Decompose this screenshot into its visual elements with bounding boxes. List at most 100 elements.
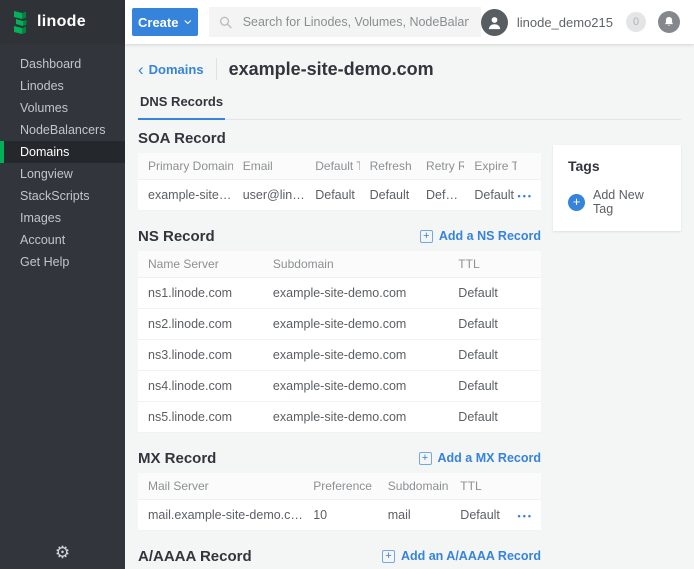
column-header: Email [233,153,306,180]
username-label[interactable]: linode_demo215 [517,15,613,30]
column-header: Preference [303,473,378,500]
add-new-tag-button[interactable]: + Add New Tag [568,188,666,216]
add-ns-record-link[interactable]: + Add a NS Record [420,229,541,243]
add-new-tag-label: Add New Tag [593,188,666,216]
row-actions-button[interactable]: ••• [518,192,533,201]
sidebar-item-get-help[interactable]: Get Help [0,251,125,273]
sidebar-item-dashboard[interactable]: Dashboard [0,53,125,75]
actions-column-header [515,473,541,500]
sidebar-item-nodebalancers[interactable]: NodeBalancers [0,119,125,141]
add-record-label: Add an A/AAAA Record [401,549,541,563]
table-row: ns4.linode.comexample-site-demo.comDefau… [138,371,541,402]
table-cell: example-site-demo.com [263,340,448,371]
main-content: ‹ Domains example-site-demo.com DNS Reco… [125,44,694,569]
column-header: Default TTL [305,153,359,180]
column-header: Mail Server [138,473,303,500]
add-a-record-link[interactable]: + Add an A/AAAA Record [382,549,541,563]
search-input[interactable] [241,14,471,30]
notification-count-badge[interactable]: 0 [626,12,646,32]
ns-record-table: Name ServerSubdomainTTLns1.linode.comexa… [138,251,541,433]
plus-square-icon: + [382,550,395,563]
sidebar-item-account[interactable]: Account [0,229,125,251]
column-header: Expire Time [464,153,516,180]
create-button-label: Create [138,15,178,30]
table-row: ns1.linode.comexample-site-demo.comDefau… [138,278,541,309]
add-mx-record-link[interactable]: + Add a MX Record [419,451,542,465]
table-cell: mail.example-site-demo.com [138,500,303,531]
global-search [209,7,481,37]
breadcrumb-back-link[interactable]: ‹ Domains [138,61,204,78]
table-cell: Default [464,180,516,211]
column-header: Retry Rate [416,153,464,180]
section-title: NS Record [138,228,215,245]
user-area: linode_demo215 0 [481,9,680,36]
notifications-bell-button[interactable] [658,11,680,33]
table-cell: Default [360,180,416,211]
tab-dns-records[interactable]: DNS Records [138,94,225,120]
table-cell: user@linode.com [233,180,306,211]
table-cell: mail [378,500,451,531]
tab-bar: DNS Records [138,93,681,120]
table-row: mail.example-site-demo.com10mailDefault•… [138,500,541,531]
sidebar-item-volumes[interactable]: Volumes [0,97,125,119]
page-title: example-site-demo.com [229,59,434,80]
table-cell: ns4.linode.com [138,371,263,402]
sidebar-item-linodes[interactable]: Linodes [0,75,125,97]
table-row: ns3.linode.comexample-site-demo.comDefau… [138,340,541,371]
table-cell: ns2.linode.com [138,309,263,340]
table-cell: example-site-demo.com [138,180,233,211]
plus-square-icon: + [420,230,433,243]
search-icon [219,15,233,30]
table-cell: example-site-demo.com [263,402,448,433]
table-row: example-site-demo.comuser@linode.comDefa… [138,180,541,211]
brand-logo[interactable]: linode [0,0,125,44]
a-record-section: A/AAAA Record+Add an A/AAAA RecordHostna… [138,546,541,569]
table-cell: Default [448,278,541,309]
column-header: TTL [448,251,541,278]
settings-gear-icon[interactable]: ⚙ [0,544,125,561]
table-cell: example-site-demo.com [263,278,448,309]
breadcrumb-label: Domains [149,62,204,77]
section-title: SOA Record [138,130,226,147]
breadcrumb-divider [216,58,217,80]
table-row: ns2.linode.comexample-site-demo.comDefau… [138,309,541,340]
section-title: A/AAAA Record [138,548,252,565]
table-cell: Default [416,180,464,211]
table-row: ns5.linode.comexample-site-demo.comDefau… [138,402,541,433]
table-cell: example-site-demo.com [263,309,448,340]
chevron-down-icon [184,19,192,25]
table-cell: Default [448,309,541,340]
table-cell: Default [305,180,359,211]
table-cell: Default [448,402,541,433]
sidebar-item-stackscripts[interactable]: StackScripts [0,185,125,207]
row-actions-button[interactable]: ••• [518,512,533,521]
ns-record-section: NS Record + Add a NS Record Name ServerSubd… [138,226,541,433]
tags-panel: Tags + Add New Tag [553,145,681,231]
add-record-label: Add a NS Record [439,229,541,243]
column-header: Subdomain [378,473,451,500]
soa-record-section: SOA RecordPrimary DomainEmailDefault TTL… [138,128,541,211]
column-header: TTL [450,473,514,500]
table-cell: Default [448,340,541,371]
column-header: Name Server [138,251,263,278]
column-header: Subdomain [263,251,448,278]
sidebar-item-images[interactable]: Images [0,207,125,229]
chevron-left-icon: ‹ [138,61,144,78]
table-cell: ns5.linode.com [138,402,263,433]
create-button[interactable]: Create [132,8,198,36]
brand-name: linode [37,13,86,31]
user-icon [486,14,503,31]
plus-square-icon: + [419,452,432,465]
sidebar: linode DashboardLinodesVolumesNodeBalanc… [0,0,125,569]
user-avatar[interactable] [481,9,508,36]
section-title: MX Record [138,450,216,467]
table-cell: example-site-demo.com [263,371,448,402]
sidebar-item-domains[interactable]: Domains [0,141,125,163]
sidebar-item-longview[interactable]: Longview [0,163,125,185]
table-cell: 10 [303,500,378,531]
sidebar-nav: DashboardLinodesVolumesNodeBalancersDoma… [0,44,125,273]
actions-column-header [517,153,541,180]
add-record-label: Add a MX Record [438,451,542,465]
linode-logo-icon [12,10,30,34]
bell-icon [663,16,675,28]
